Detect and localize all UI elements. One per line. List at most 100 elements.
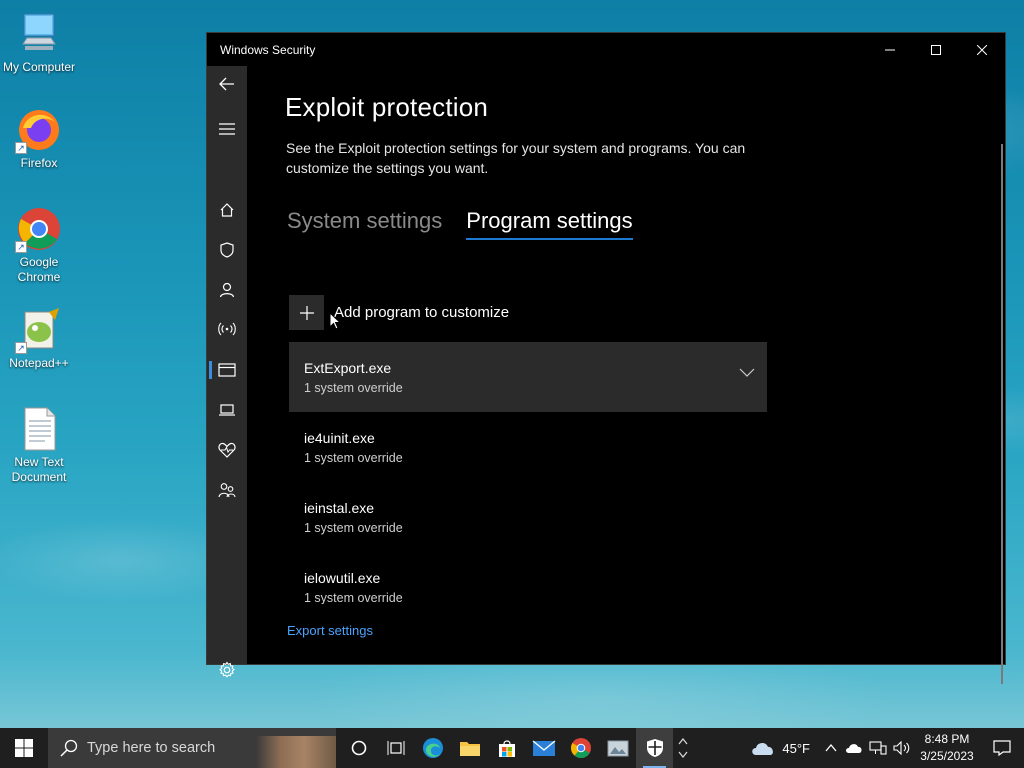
- clock-time: 8:48 PM: [924, 732, 970, 746]
- program-item-ielowutil[interactable]: ielowutil.exe 1 system override: [289, 552, 767, 604]
- weather-widget[interactable]: 45°F: [740, 728, 820, 768]
- nav-firewall-network[interactable]: [207, 311, 247, 347]
- task-view-button[interactable]: [377, 728, 414, 768]
- add-program-button[interactable]: Add program to customize: [289, 295, 509, 330]
- start-button[interactable]: [0, 728, 48, 768]
- desktop-icon-label: Google Chrome: [17, 255, 61, 284]
- program-name: ExtExport.exe: [304, 360, 392, 376]
- page-title: Exploit protection: [285, 92, 489, 122]
- nav-virus-protection[interactable]: [207, 232, 247, 268]
- maximize-icon: [931, 44, 941, 55]
- hamburger-menu-button[interactable]: [207, 111, 247, 147]
- desktop-icon-firefox[interactable]: ↗ Firefox: [1, 106, 77, 171]
- taskbar-clock[interactable]: 8:48 PM 3/25/2023: [914, 731, 980, 765]
- shield-icon: [220, 242, 234, 258]
- taskbar-store[interactable]: [488, 728, 525, 768]
- taskbar-search-box[interactable]: Type here to search: [48, 728, 336, 768]
- text-document-icon: [15, 405, 63, 453]
- chevron-up-icon: [825, 744, 837, 752]
- shield-icon: [646, 739, 663, 757]
- heart-icon: [218, 442, 236, 458]
- search-highlight-image: [256, 736, 336, 768]
- back-button[interactable]: [207, 66, 247, 102]
- taskbar-file-explorer[interactable]: [451, 728, 488, 768]
- program-list: ExtExport.exe 1 system override ie4uinit…: [289, 342, 767, 604]
- main-content: Exploit protection See the Exploit prote…: [247, 66, 1005, 684]
- taskbar-chrome[interactable]: [562, 728, 599, 768]
- store-icon: [498, 740, 515, 757]
- desktop-icon-label: New Text Document: [11, 455, 67, 484]
- program-overrides: 1 system override: [304, 451, 403, 465]
- add-program-label: Add program to customize: [334, 304, 510, 321]
- close-button[interactable]: [959, 33, 1005, 66]
- weather-temperature: 45°F: [782, 740, 810, 756]
- windows-logo-icon: [15, 739, 33, 757]
- volume-button[interactable]: [890, 728, 914, 768]
- desktop-icon-text-document[interactable]: New Text Document: [1, 405, 77, 485]
- maximize-button[interactable]: [913, 33, 959, 66]
- program-item-extexport[interactable]: ExtExport.exe 1 system override: [289, 342, 767, 412]
- clock-date: 3/25/2023: [920, 749, 974, 763]
- nav-account-protection[interactable]: [207, 272, 247, 308]
- minimize-button[interactable]: [867, 33, 913, 66]
- home-icon: [220, 203, 234, 217]
- action-center-button[interactable]: [980, 728, 1024, 768]
- program-overrides: 1 system override: [304, 381, 403, 395]
- notepadpp-icon: ↗: [15, 306, 63, 354]
- desktop-icon-chrome[interactable]: ↗ Google Chrome: [1, 205, 77, 285]
- taskbar-overflow-scroll[interactable]: [673, 728, 693, 768]
- nav-family-options[interactable]: [207, 472, 247, 508]
- taskbar-mail[interactable]: [525, 728, 562, 768]
- tab-program-settings[interactable]: Program settings: [466, 208, 633, 240]
- cortana-button[interactable]: [340, 728, 377, 768]
- taskbar-edge[interactable]: [414, 728, 451, 768]
- program-name: ieinstal.exe: [304, 500, 375, 516]
- window-title: Windows Security: [220, 42, 316, 57]
- title-bar[interactable]: Windows Security: [207, 33, 1005, 66]
- person-icon: [219, 282, 235, 298]
- nav-home[interactable]: [207, 192, 247, 228]
- scrollbar[interactable]: [1001, 144, 1003, 684]
- onedrive-cloud-icon: [846, 744, 862, 753]
- program-overrides: 1 system override: [304, 521, 403, 535]
- desktop-icon-label: My Computer: [2, 60, 76, 74]
- taskbar: Type here to search 45°F 8:48 PM 3/25/20…: [0, 728, 1024, 768]
- show-hidden-icons-button[interactable]: [820, 728, 842, 768]
- desktop-icon-label: Notepad++: [9, 356, 69, 370]
- program-name: ielowutil.exe: [304, 570, 381, 586]
- plus-icon: [299, 305, 314, 320]
- nav-app-browser-control[interactable]: [207, 352, 247, 388]
- chevron-down-icon[interactable]: [739, 368, 755, 378]
- nav-device-performance[interactable]: [207, 432, 247, 468]
- program-item-ie4uinit[interactable]: ie4uinit.exe 1 system override: [289, 412, 767, 482]
- tab-system-settings[interactable]: System settings: [287, 208, 442, 240]
- edge-icon: [422, 738, 443, 758]
- desktop-icon-my-computer[interactable]: My Computer: [1, 10, 77, 75]
- system-tray: 45°F 8:48 PM 3/25/2023: [740, 728, 1024, 768]
- settings-tabs: System settings Program settings: [287, 208, 633, 240]
- device-icon: [219, 404, 235, 416]
- desktop-icon-label: Firefox: [20, 156, 58, 170]
- taskbar-windows-security[interactable]: [636, 728, 673, 768]
- mail-icon: [532, 740, 555, 756]
- back-icon: [219, 77, 234, 91]
- nav-device-security[interactable]: [207, 392, 247, 428]
- network-status-button[interactable]: [866, 728, 890, 768]
- desktop-icon-notepadpp[interactable]: ↗ Notepad++: [1, 306, 77, 371]
- gear-icon: [219, 661, 235, 678]
- folder-icon: [459, 742, 480, 756]
- program-item-ieinstal[interactable]: ieinstal.exe 1 system override: [289, 482, 767, 552]
- nav-settings[interactable]: [207, 658, 247, 682]
- shortcut-arrow-icon: ↗: [15, 142, 27, 154]
- page-description: See the Exploit protection settings for …: [286, 140, 746, 176]
- export-settings-link[interactable]: Export settings: [287, 623, 373, 638]
- app-browser-icon: [218, 363, 236, 377]
- taskbar-app-generic[interactable]: [599, 728, 636, 768]
- chrome-icon: ↗: [15, 205, 63, 253]
- window-controls: [867, 33, 1005, 66]
- onedrive-button[interactable]: [842, 728, 866, 768]
- family-icon: [218, 483, 236, 498]
- network-icon: [218, 322, 236, 336]
- search-icon: [60, 739, 78, 757]
- windows-security-window: Windows Security Exploit protection See …: [206, 32, 1006, 684]
